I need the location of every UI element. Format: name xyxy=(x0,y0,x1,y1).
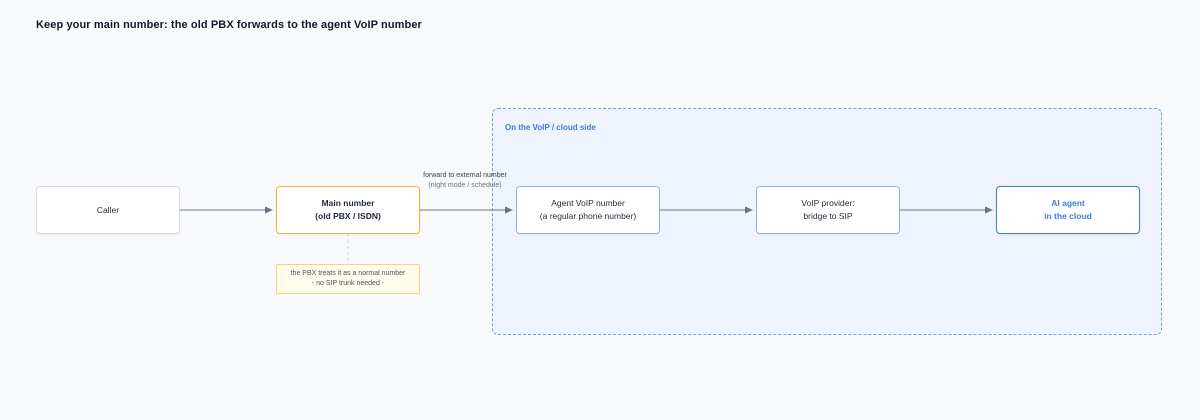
node-voip-provider-title: VoIP provider: xyxy=(801,198,855,208)
node-voip-provider[interactable]: VoIP provider: bridge to SIP xyxy=(756,186,900,234)
node-ai-agent-title: AI agent xyxy=(1051,198,1085,208)
node-caller[interactable]: Caller xyxy=(36,186,180,234)
pbx-note-line2: - no SIP trunk needed - xyxy=(311,280,385,287)
pbx-note: the PBX treats it as a normal number - n… xyxy=(276,264,420,294)
node-main-number[interactable]: Main number (old PBX / ISDN) xyxy=(276,186,420,234)
forward-edge-label: forward to external number (night mode /… xyxy=(412,171,518,190)
node-agent-voip-title: Agent VoIP number xyxy=(551,198,625,208)
node-main-number-title: Main number xyxy=(321,198,375,208)
pbx-note-line1: the PBX treats it as a normal number xyxy=(290,270,406,277)
node-agent-voip-subtitle: (a regular phone number) xyxy=(539,211,637,221)
forward-edge-label-sub: (night mode / schedule) xyxy=(428,181,502,189)
node-caller-label: Caller xyxy=(96,204,120,215)
node-agent-voip-number[interactable]: Agent VoIP number (a regular phone numbe… xyxy=(516,186,660,234)
node-ai-agent[interactable]: AI agent in the cloud xyxy=(996,186,1140,234)
node-voip-provider-subtitle: bridge to SIP xyxy=(803,211,853,221)
forward-edge-label-main: forward to external number xyxy=(423,172,507,179)
node-main-number-subtitle: (old PBX / ISDN) xyxy=(315,211,381,221)
node-ai-agent-subtitle: in the cloud xyxy=(1044,211,1092,221)
